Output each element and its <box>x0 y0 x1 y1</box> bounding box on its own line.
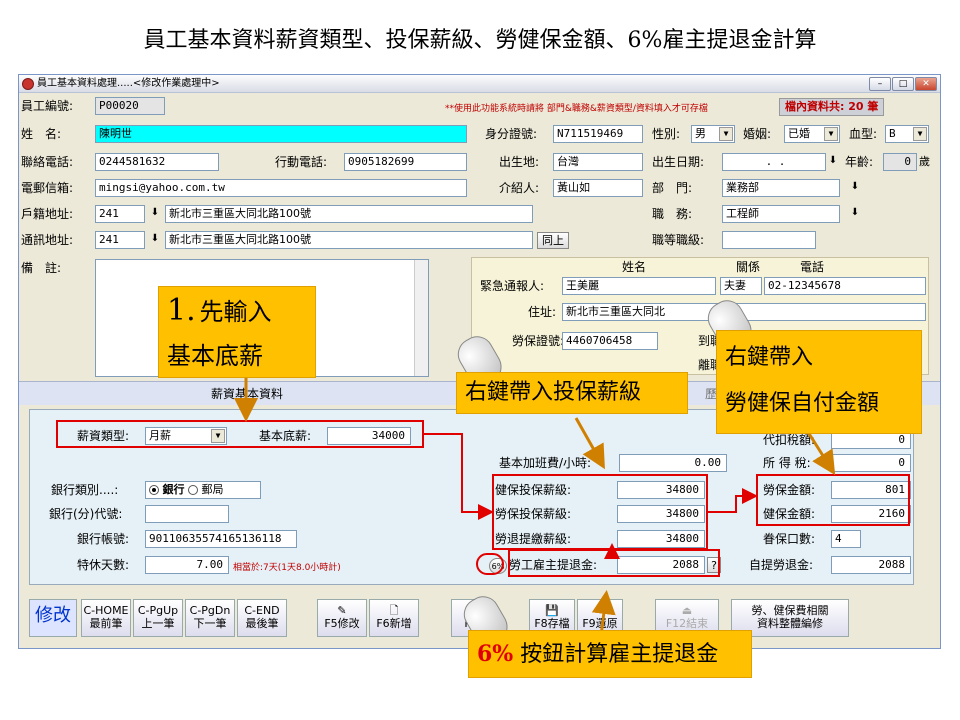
callout-pension: 6% 按鈕計算雇主提退金 <box>468 630 752 678</box>
callout-grade: 右鍵帶入投保薪級 <box>456 372 688 414</box>
callout-fee: 右鍵帶入 勞健保自付金額 <box>716 330 922 434</box>
callout-step1: 1. 先輸入 基本底薪 <box>158 286 316 378</box>
